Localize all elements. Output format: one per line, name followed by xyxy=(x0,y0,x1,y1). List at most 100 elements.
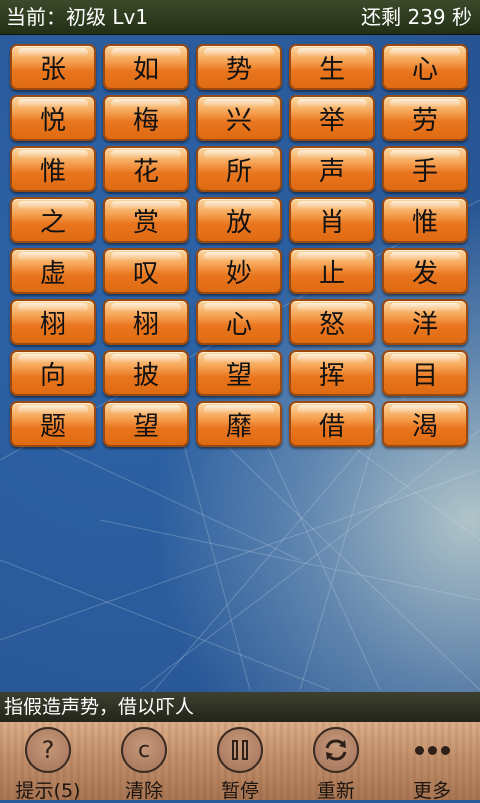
renew-button-label: 重新 xyxy=(316,780,355,802)
char-tile-label: 题 xyxy=(39,411,66,442)
char-tile-label: 所 xyxy=(225,156,252,187)
char-tile[interactable]: 如 xyxy=(103,44,189,90)
char-tile-label: 渴 xyxy=(411,411,438,442)
char-tile[interactable]: 生 xyxy=(289,44,375,90)
char-tile[interactable]: 惟 xyxy=(10,146,96,192)
char-tile[interactable]: 洋 xyxy=(382,299,468,345)
bottom-toolbar: ? 提示(5) c 清除 暂停 重新 更多 xyxy=(0,722,480,802)
char-tile-label: 梅 xyxy=(132,105,159,136)
char-tile-label: 肖 xyxy=(318,207,345,238)
char-tile-label: 栩 xyxy=(39,309,66,340)
char-tile[interactable]: 望 xyxy=(196,350,282,396)
char-tile[interactable]: 花 xyxy=(103,146,189,192)
char-tile[interactable]: 发 xyxy=(382,248,468,294)
char-tile[interactable]: 目 xyxy=(382,350,468,396)
char-tile-label: 惟 xyxy=(39,156,66,187)
char-tile[interactable]: 栩 xyxy=(103,299,189,345)
char-tile-label: 披 xyxy=(132,360,159,391)
char-tile[interactable]: 靡 xyxy=(196,401,282,447)
char-tile-label: 惟 xyxy=(411,207,438,238)
pause-icon xyxy=(217,727,263,773)
status-bar: 当前：初级 Lv1 还剩 239 秒 xyxy=(0,0,480,35)
char-tile-label: 放 xyxy=(225,207,252,238)
char-tile-label: 张 xyxy=(39,54,66,85)
char-tile[interactable]: 惟 xyxy=(382,197,468,243)
char-tile-label: 向 xyxy=(39,360,66,391)
char-tile[interactable]: 赏 xyxy=(103,197,189,243)
char-tile-label: 虚 xyxy=(39,258,66,289)
char-tile[interactable]: 劳 xyxy=(382,95,468,141)
char-tile[interactable]: 梅 xyxy=(103,95,189,141)
char-tile-label: 止 xyxy=(318,258,345,289)
char-tile-label: 望 xyxy=(225,360,252,391)
char-tile[interactable]: 题 xyxy=(10,401,96,447)
char-tile-label: 借 xyxy=(318,411,345,442)
char-tile-label: 生 xyxy=(318,54,345,85)
timer-label: 还剩 239 秒 xyxy=(361,5,472,29)
char-tile-label: 之 xyxy=(39,207,66,238)
more-button[interactable]: 更多 xyxy=(384,722,480,802)
char-tile[interactable]: 心 xyxy=(196,299,282,345)
more-button-label: 更多 xyxy=(412,780,451,802)
char-tile-label: 声 xyxy=(318,156,345,187)
char-tile[interactable]: 兴 xyxy=(196,95,282,141)
char-tile[interactable]: 栩 xyxy=(10,299,96,345)
pause-button[interactable]: 暂停 xyxy=(192,722,288,802)
char-tile-label: 栩 xyxy=(132,309,159,340)
char-tile[interactable]: 肖 xyxy=(289,197,375,243)
char-tile[interactable]: 渴 xyxy=(382,401,468,447)
char-tile-label: 举 xyxy=(318,105,345,136)
char-tile[interactable]: 望 xyxy=(103,401,189,447)
char-tile[interactable]: 手 xyxy=(382,146,468,192)
char-tile-label: 发 xyxy=(411,258,438,289)
character-grid: 张 如 势 生 心 悦 梅 兴 举 劳 惟 花 所 声 手 之 赏 放 肖 惟 … xyxy=(10,44,472,447)
char-tile-label: 叹 xyxy=(132,258,159,289)
char-tile-label: 势 xyxy=(225,54,252,85)
clear-button-label: 清除 xyxy=(124,780,163,802)
char-tile-label: 如 xyxy=(132,54,159,85)
char-tile[interactable]: 怒 xyxy=(289,299,375,345)
level-label: 当前：初级 Lv1 xyxy=(6,5,149,29)
char-tile-label: 望 xyxy=(132,411,159,442)
char-tile-label: 目 xyxy=(411,360,438,391)
char-tile-label: 花 xyxy=(132,156,159,187)
clear-button[interactable]: c 清除 xyxy=(96,722,192,802)
refresh-icon xyxy=(313,727,359,773)
char-tile-label: 赏 xyxy=(132,207,159,238)
char-tile[interactable]: 披 xyxy=(103,350,189,396)
hint-button[interactable]: ? 提示(5) xyxy=(0,722,96,802)
char-tile[interactable]: 妙 xyxy=(196,248,282,294)
char-tile[interactable]: 张 xyxy=(10,44,96,90)
char-tile-label: 靡 xyxy=(225,411,252,442)
renew-button[interactable]: 重新 xyxy=(288,722,384,802)
question-icon: ? xyxy=(25,727,71,773)
char-tile[interactable]: 所 xyxy=(196,146,282,192)
char-tile-label: 兴 xyxy=(225,105,252,136)
more-dots-icon xyxy=(409,727,455,773)
char-tile[interactable]: 放 xyxy=(196,197,282,243)
char-tile[interactable]: 心 xyxy=(382,44,468,90)
char-tile[interactable]: 借 xyxy=(289,401,375,447)
hint-text: 指假造声势，借以吓人 xyxy=(4,696,195,718)
char-tile[interactable]: 声 xyxy=(289,146,375,192)
clear-c-icon: c xyxy=(121,727,167,773)
char-tile[interactable]: 叹 xyxy=(103,248,189,294)
char-tile-label: 劳 xyxy=(411,105,438,136)
char-tile[interactable]: 势 xyxy=(196,44,282,90)
char-tile[interactable]: 虚 xyxy=(10,248,96,294)
char-tile-label: 心 xyxy=(411,54,438,85)
char-tile-label: 手 xyxy=(411,156,438,187)
char-tile-label: 悦 xyxy=(39,105,66,136)
char-tile-label: 妙 xyxy=(225,258,252,289)
char-tile-label: 心 xyxy=(225,309,252,340)
pause-button-label: 暂停 xyxy=(220,780,259,802)
char-tile[interactable]: 止 xyxy=(289,248,375,294)
char-tile[interactable]: 举 xyxy=(289,95,375,141)
char-tile[interactable]: 之 xyxy=(10,197,96,243)
char-tile-label: 怒 xyxy=(318,309,345,340)
char-tile-label: 挥 xyxy=(318,360,345,391)
char-tile[interactable]: 悦 xyxy=(10,95,96,141)
char-tile[interactable]: 向 xyxy=(10,350,96,396)
char-tile-label: 洋 xyxy=(411,309,438,340)
char-tile[interactable]: 挥 xyxy=(289,350,375,396)
